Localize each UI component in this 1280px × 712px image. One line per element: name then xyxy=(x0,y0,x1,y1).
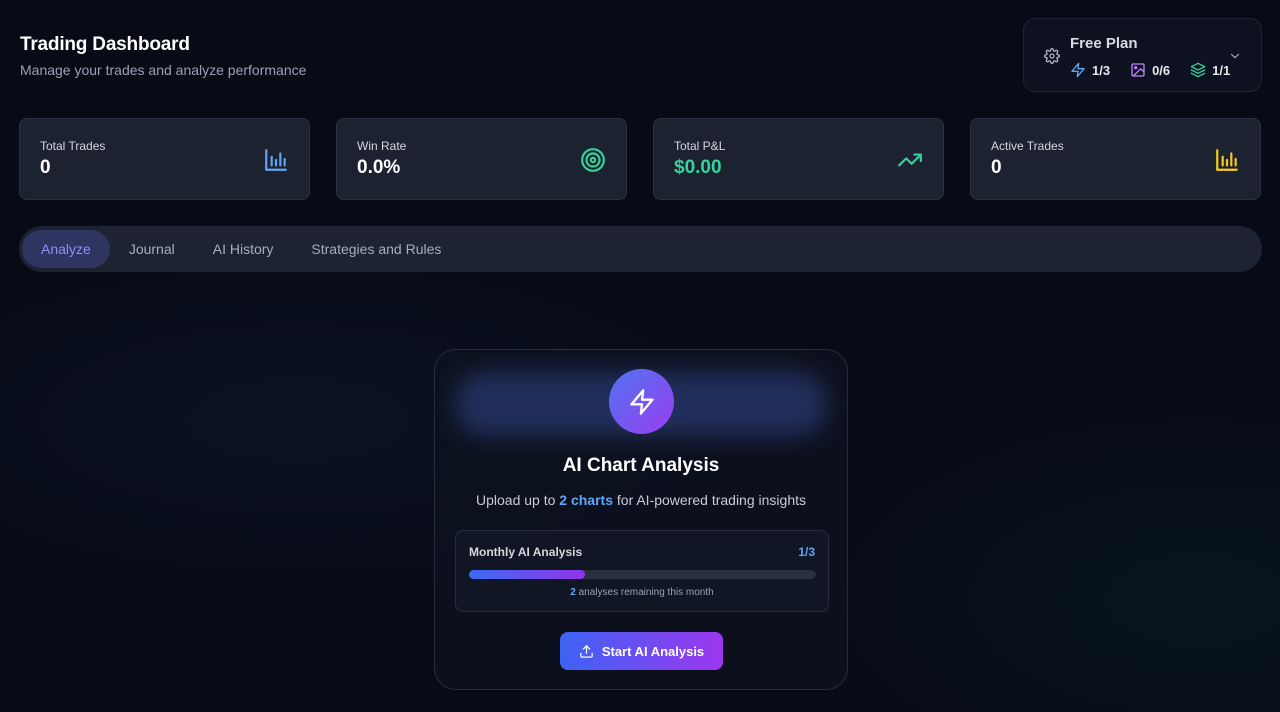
start-button-label: Start AI Analysis xyxy=(601,643,705,659)
tab-journal[interactable]: Journal xyxy=(110,230,194,268)
plan-stat-images: 0/6 xyxy=(1130,62,1170,78)
stat-card-label: Active Trades xyxy=(991,139,1064,153)
bolt-icon xyxy=(629,388,654,415)
plan-stat-strategies: 1/1 xyxy=(1190,62,1230,78)
ai-analysis-panel: AI Chart Analysis Upload up to 2 charts … xyxy=(434,349,848,690)
plan-stat-value: 0/6 xyxy=(1152,62,1171,78)
stat-card-label: Total Trades xyxy=(40,139,106,153)
target-icon xyxy=(581,148,605,172)
usage-progress-bar xyxy=(469,570,816,579)
ai-analysis-title: AI Chart Analysis xyxy=(562,455,720,476)
bolt-icon xyxy=(1071,62,1085,78)
layers-icon xyxy=(1190,62,1206,78)
stat-card-total-pnl: Total P&L $0.00 xyxy=(653,118,944,200)
subtitle-text: for AI-powered trading insights xyxy=(613,492,806,508)
main-tabs: Analyze Journal AI History Strategies an… xyxy=(19,226,1262,272)
plan-selector[interactable]: Free Plan 1/3 0/6 1/1 xyxy=(1023,18,1262,92)
image-icon xyxy=(1131,63,1145,77)
page-title: Trading Dashboard xyxy=(20,34,190,55)
page-subtitle: Manage your trades and analyze performan… xyxy=(20,62,307,78)
upload-icon xyxy=(580,644,593,658)
stat-card-total-trades: Total Trades 0 xyxy=(19,118,310,200)
stat-card-value: $0.00 xyxy=(674,157,722,178)
stat-card-win-rate: Win Rate 0.0% xyxy=(336,118,627,200)
stat-card-value: 0 xyxy=(40,157,51,178)
plan-usage-stats: 1/3 0/6 1/1 xyxy=(1070,62,1230,78)
plan-name: Free Plan xyxy=(1070,35,1138,52)
gear-icon[interactable] xyxy=(1044,48,1060,64)
bar-chart-icon xyxy=(265,149,287,171)
remaining-text: analyses remaining this month xyxy=(575,587,714,598)
plan-stat-analyses: 1/3 xyxy=(1070,62,1110,78)
plan-stat-value: 1/3 xyxy=(1092,62,1111,78)
subtitle-text: Upload up to xyxy=(476,492,560,508)
stats-cards: Total Trades 0 Win Rate 0.0% Total P&L $… xyxy=(19,118,1261,200)
subtitle-highlight: 2 charts xyxy=(559,492,613,508)
monthly-usage-box: Monthly AI Analysis 1/3 2 analyses remai… xyxy=(455,530,829,612)
ai-analysis-subtitle: Upload up to 2 charts for AI-powered tra… xyxy=(435,492,847,508)
usage-progress-fill xyxy=(469,570,585,579)
bar-chart-icon xyxy=(1216,149,1238,171)
stat-card-value: 0.0% xyxy=(357,157,401,178)
stat-card-label: Total P&L xyxy=(674,139,726,153)
tab-analyze[interactable]: Analyze xyxy=(22,230,110,268)
page-header: Trading Dashboard Manage your trades and… xyxy=(20,34,306,78)
stat-card-active-trades: Active Trades 0 xyxy=(970,118,1261,200)
stat-card-value: 0 xyxy=(991,157,1002,178)
tab-strategies-and-rules[interactable]: Strategies and Rules xyxy=(292,230,460,268)
stat-card-label: Win Rate xyxy=(357,139,407,153)
chevron-down-icon[interactable] xyxy=(1228,49,1242,63)
ai-analysis-badge xyxy=(609,369,674,434)
usage-label: Monthly AI Analysis xyxy=(469,545,583,559)
tab-ai-history[interactable]: AI History xyxy=(194,230,293,268)
trending-up-icon xyxy=(898,153,922,167)
plan-stat-value: 1/1 xyxy=(1212,62,1231,78)
start-ai-analysis-button[interactable]: Start AI Analysis xyxy=(560,632,723,670)
usage-remaining: 2 analyses remaining this month xyxy=(456,587,828,598)
usage-count: 1/3 xyxy=(798,545,815,559)
